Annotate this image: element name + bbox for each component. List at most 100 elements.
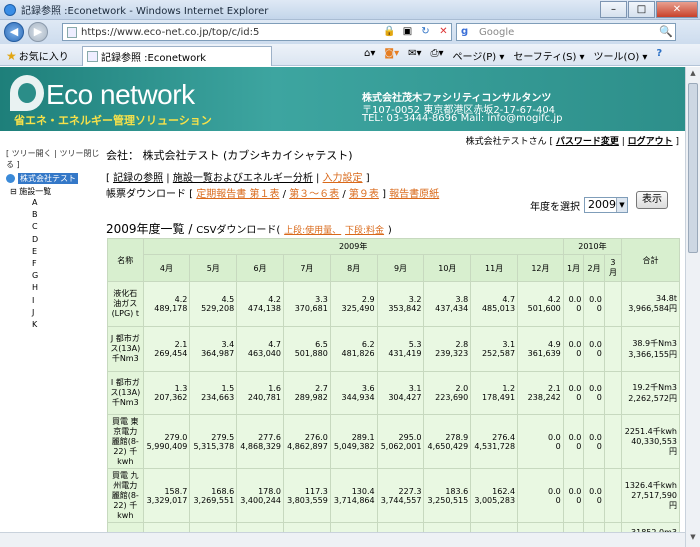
menu-input-settings[interactable]: 入力設定 bbox=[323, 173, 363, 184]
tree-group[interactable]: ⊟ 施設一覧 bbox=[10, 186, 101, 197]
forward-button[interactable]: ▶ bbox=[28, 22, 48, 42]
compat-view-icon[interactable]: ▣ bbox=[400, 24, 415, 39]
table-cell: 279.0 5,990,409 bbox=[142, 414, 191, 469]
report-table1-link[interactable]: 定期報告書 第１表 bbox=[196, 189, 279, 200]
tree-facility-item[interactable]: G bbox=[32, 270, 101, 282]
table-cell: 117.3 3,803,559 bbox=[282, 468, 331, 523]
scroll-down-icon[interactable]: ▼ bbox=[688, 533, 698, 545]
table-row: 買電 東京電力麗館(8-22) 千kwh 279.0 5,990,409 279.5 5… bbox=[107, 414, 680, 469]
tree-facility-item[interactable]: E bbox=[32, 246, 101, 258]
scroll-thumb[interactable] bbox=[688, 83, 698, 253]
browser-tab[interactable]: 記録参照 :Econetwork bbox=[82, 46, 272, 66]
download-menu: 帳票ダウンロード [ 定期報告書 第１表 / 第３～６表 / 第９表 ] 報告書… bbox=[106, 189, 440, 200]
home-icon[interactable]: ⌂▾ bbox=[364, 48, 375, 63]
tab-page-icon bbox=[87, 51, 98, 62]
stop-icon[interactable]: ✕ bbox=[436, 24, 451, 39]
cell-fee: 325,490 bbox=[341, 304, 375, 313]
scroll-up-icon[interactable]: ▲ bbox=[688, 69, 698, 81]
cell-fee: 3,744,557 bbox=[380, 495, 422, 505]
help-icon[interactable]: ? bbox=[656, 48, 662, 63]
print-icon[interactable]: ⎙▾ bbox=[431, 48, 444, 63]
lock-icon[interactable]: 🔒 bbox=[382, 24, 397, 39]
menu-records[interactable]: 記録の参照 bbox=[113, 173, 163, 184]
cell-fee: 0 bbox=[596, 495, 602, 505]
cell-usage: 2.1 bbox=[174, 340, 188, 349]
tree-toggle-buttons[interactable]: [ ツリー開く | ツリー閉じる ] bbox=[6, 148, 101, 170]
minimize-button[interactable]: – bbox=[600, 1, 627, 18]
row-name: 液化石油ガス(LPG) t bbox=[107, 281, 144, 327]
report-table9-link[interactable]: 第９表 bbox=[349, 189, 379, 200]
globe-icon bbox=[6, 174, 15, 183]
table-cell: 0.00 bbox=[562, 414, 585, 469]
total-fee: 2,262,572円 bbox=[628, 394, 677, 403]
refresh-icon[interactable]: ↻ bbox=[418, 24, 433, 39]
tree-facility-item[interactable]: C bbox=[32, 221, 101, 233]
table-cell bbox=[603, 281, 623, 327]
cell-fee: 3,250,515 bbox=[427, 495, 469, 505]
cell-usage: 0.0 bbox=[568, 295, 582, 304]
vertical-scrollbar[interactable]: ▲ ▼ bbox=[685, 67, 700, 547]
cell-fee: 3,714,864 bbox=[333, 495, 375, 505]
tree-facility-item[interactable]: J bbox=[32, 307, 101, 319]
report-original-link[interactable]: 報告書原紙 bbox=[389, 189, 439, 200]
col-header-month: 5月 bbox=[189, 254, 238, 282]
table-cell: 5.3 431,419 bbox=[376, 326, 425, 372]
cell-usage: 0.0 bbox=[589, 486, 602, 496]
mail-icon[interactable]: ✉▾ bbox=[408, 48, 421, 63]
tree-facility-item[interactable]: I bbox=[32, 295, 101, 307]
table-cell: 4.2 489,178 bbox=[142, 281, 191, 327]
total-fee: 40,330,553円 bbox=[631, 437, 677, 456]
csv-usage-link[interactable]: 上段:使用量、 bbox=[284, 226, 341, 236]
table-row: I 都市ガス(13A) 千Nm3 1.3 207,362 1.5 234,663 1.6 2… bbox=[107, 371, 680, 415]
favorites-button[interactable]: ★ お気に入り bbox=[6, 48, 69, 64]
table-cell: 278.9 4,650,429 bbox=[423, 414, 472, 469]
tree-facility-item[interactable]: K bbox=[32, 319, 101, 331]
table-cell bbox=[603, 468, 623, 523]
table-cell: 0.00 bbox=[583, 281, 605, 327]
logout-link[interactable]: ログアウト bbox=[628, 137, 673, 147]
main-menu: [ 記録の参照 | 施設一覧およびエネルギー分析 | 入力設定 ] bbox=[106, 173, 370, 184]
show-button[interactable]: 表示 bbox=[636, 191, 668, 209]
cell-usage: 2.9 bbox=[361, 295, 375, 304]
cell-fee: 364,987 bbox=[201, 349, 235, 358]
cell-usage: 2.8 bbox=[455, 340, 469, 349]
table-cell: 0.00 bbox=[562, 371, 585, 415]
horizontal-scrollbar[interactable] bbox=[0, 532, 685, 547]
password-change-link[interactable]: パスワード変更 bbox=[556, 137, 619, 147]
cell-usage: 0.0 bbox=[568, 486, 582, 496]
row-name: I 都市ガス(13A) 千Nm3 bbox=[107, 371, 144, 415]
back-button[interactable]: ◀ bbox=[4, 22, 24, 42]
total-usage: 19.2千Nm3 bbox=[632, 383, 677, 392]
safety-menu[interactable]: セーフティ(S) ▾ bbox=[513, 48, 584, 63]
google-icon: g bbox=[461, 26, 469, 37]
cell-usage: 2.1 bbox=[548, 384, 561, 393]
close-button[interactable]: ✕ bbox=[656, 1, 698, 18]
year-select[interactable]: 2009 ▼ bbox=[584, 197, 628, 213]
tree-facility-item[interactable]: D bbox=[32, 234, 101, 246]
site-logo[interactable]: Eco network bbox=[46, 79, 195, 111]
cell-fee: 3,329,017 bbox=[146, 495, 188, 505]
cell-fee: 304,427 bbox=[388, 393, 422, 402]
site-subtitle: 省エネ・エネルギー管理ソリューション bbox=[14, 114, 212, 127]
feeds-icon[interactable]: ◙▾ bbox=[384, 48, 399, 63]
maximize-button[interactable]: □ bbox=[628, 1, 655, 18]
search-icon[interactable]: 🔍 bbox=[659, 25, 673, 38]
search-input[interactable]: g Google 🔍 bbox=[456, 23, 676, 41]
tools-menu[interactable]: ツール(O) ▾ bbox=[594, 48, 648, 63]
cell-usage: 2.7 bbox=[315, 384, 328, 393]
cell-usage: 4.7 bbox=[502, 295, 516, 304]
tree-facility-item[interactable]: F bbox=[32, 258, 101, 270]
table-cell: 2.7 289,982 bbox=[282, 371, 331, 415]
table-cell: 2.9 325,490 bbox=[329, 281, 378, 327]
tree-facility-item[interactable]: H bbox=[32, 282, 101, 294]
tree-org[interactable]: 株式会社テスト bbox=[6, 173, 101, 184]
year-header-2010: 2010年 bbox=[562, 238, 623, 255]
tree-facility-item[interactable]: B bbox=[32, 209, 101, 221]
menu-facility-analysis[interactable]: 施設一覧およびエネルギー分析 bbox=[173, 173, 313, 184]
user-line: 株式会社テストさん [ パスワード変更 | ログアウト ] bbox=[465, 137, 679, 147]
page-menu[interactable]: ページ(P) ▾ bbox=[453, 48, 505, 63]
report-table3-6-link[interactable]: 第３～６表 bbox=[289, 189, 339, 200]
tree-facility-item[interactable]: A bbox=[32, 197, 101, 209]
cell-fee: 207,362 bbox=[154, 393, 188, 402]
csv-fee-link[interactable]: 下段:料金 bbox=[345, 226, 384, 236]
